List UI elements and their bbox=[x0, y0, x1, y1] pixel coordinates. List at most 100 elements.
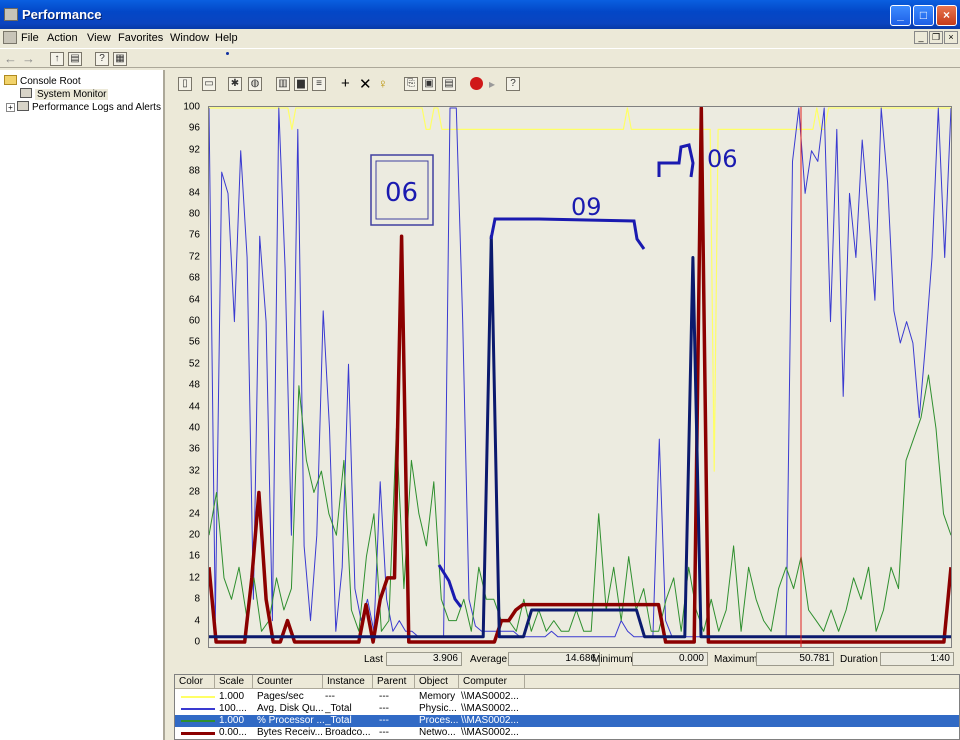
header-computer[interactable]: Computer bbox=[459, 675, 525, 689]
legend-row[interactable]: 1.000 Pages/sec --- --- Memory \\MAS0002... bbox=[175, 691, 959, 703]
legend-cell-counter: Avg. Disk Qu... bbox=[257, 703, 324, 714]
view-report-icon[interactable]: ≡ bbox=[312, 77, 326, 91]
expand-plus-icon[interactable]: + bbox=[6, 103, 15, 112]
properties-icon[interactable]: ▤ bbox=[442, 77, 456, 91]
clear-display-icon[interactable]: ▭ bbox=[202, 77, 216, 91]
series-line-3 bbox=[207, 106, 953, 644]
header-counter[interactable]: Counter bbox=[253, 675, 323, 689]
console-toolbar: ← → ↑ ▤ ? ▦ bbox=[0, 48, 960, 68]
maximize-button[interactable]: □ bbox=[913, 5, 934, 26]
menu-file[interactable]: File bbox=[21, 32, 39, 44]
header-scale[interactable]: Scale bbox=[215, 675, 253, 689]
menu-favorites[interactable]: Favorites bbox=[118, 32, 163, 44]
menu-action[interactable]: Action bbox=[47, 32, 78, 44]
legend-cell-instance: --- bbox=[325, 691, 335, 702]
y-tick-label: 36 bbox=[188, 443, 200, 455]
system-monitor-icon bbox=[20, 88, 32, 98]
menu-view[interactable]: View bbox=[87, 32, 111, 44]
child-minimize-button[interactable]: _ bbox=[914, 31, 928, 44]
y-tick-label: 68 bbox=[188, 272, 200, 284]
y-tick-label: 40 bbox=[188, 422, 200, 434]
y-axis-labels: 100 96 92 88 84 80 76 72 68 64 60 56 52 48 44 40 36 32 28 2… bbox=[168, 102, 202, 648]
y-tick-label: 20 bbox=[188, 529, 200, 541]
new-counter-set-icon[interactable]: ▯ bbox=[178, 77, 192, 91]
legend-cell-parent: --- bbox=[379, 727, 389, 738]
legend-row[interactable]: 100.... Avg. Disk Qu... _Total --- Physic...… bbox=[175, 703, 959, 715]
y-tick-label: 56 bbox=[188, 336, 200, 348]
maximum-label: Maximum bbox=[714, 654, 758, 665]
duration-value: 1:40 bbox=[880, 652, 954, 666]
child-close-button[interactable]: × bbox=[944, 31, 958, 44]
help-topics-icon[interactable]: ▦ bbox=[113, 52, 127, 66]
y-tick-label: 60 bbox=[188, 315, 200, 327]
y-tick-label: 92 bbox=[188, 144, 200, 156]
window-title: Performance bbox=[22, 7, 102, 22]
paste-counter-list-icon[interactable]: ▣ bbox=[422, 77, 436, 91]
y-tick-label: 16 bbox=[188, 550, 200, 562]
tree-item-console-root[interactable]: Console Root bbox=[4, 75, 81, 87]
maximum-value: 50.781 bbox=[756, 652, 834, 666]
view-current-activity-icon[interactable]: ✱ bbox=[228, 77, 242, 91]
back-arrow-icon[interactable]: ← bbox=[4, 51, 17, 66]
y-tick-label: 64 bbox=[188, 294, 200, 306]
header-color[interactable]: Color bbox=[175, 675, 215, 689]
average-label: Average bbox=[470, 654, 508, 665]
header-instance[interactable]: Instance bbox=[323, 675, 373, 689]
legend-cell-computer: \\MAS0002... bbox=[461, 703, 519, 714]
y-tick-label: 32 bbox=[188, 465, 200, 477]
mmc-document-icon[interactable] bbox=[3, 31, 17, 44]
y-tick-label: 80 bbox=[188, 208, 200, 220]
view-histogram-icon[interactable]: ▆ bbox=[294, 77, 308, 91]
view-graph-icon[interactable]: ▥ bbox=[276, 77, 290, 91]
view-log-data-icon[interactable]: ◍ bbox=[248, 77, 262, 91]
system-monitor-toolbar: ▯ ▭ ✱ ◍ ▥ ▆ ≡ + ✕ ♀ ⎘ ▣ ▤ ▸ ? bbox=[168, 74, 960, 96]
add-counter-icon[interactable]: + bbox=[341, 75, 350, 92]
highlight-icon[interactable]: ♀ bbox=[378, 76, 388, 91]
y-tick-label: 72 bbox=[188, 251, 200, 263]
menu-help[interactable]: Help bbox=[215, 32, 238, 44]
series-line-4 bbox=[209, 234, 951, 639]
header-object[interactable]: Object bbox=[415, 675, 459, 689]
legend-row[interactable]: 0.00... Bytes Receiv... Broadco... --- Netwo… bbox=[175, 727, 959, 739]
y-tick-label: 8 bbox=[194, 593, 200, 605]
menu-window[interactable]: Window bbox=[170, 32, 209, 44]
tree-item-system-monitor[interactable]: System Monitor bbox=[20, 88, 109, 100]
header-parent[interactable]: Parent bbox=[373, 675, 415, 689]
up-level-icon[interactable]: ↑ bbox=[50, 52, 64, 66]
tree-item-performance-logs[interactable]: + Performance Logs and Alerts bbox=[6, 101, 161, 113]
y-tick-label: 12 bbox=[188, 572, 200, 584]
help-icon[interactable]: ? bbox=[506, 77, 520, 91]
counter-legend[interactable]: Color Scale Counter Instance Parent Obje… bbox=[174, 674, 960, 740]
legend-cell-counter: Bytes Receiv... bbox=[257, 727, 323, 738]
legend-cell-object: Physic... bbox=[419, 703, 457, 714]
delete-counter-icon[interactable]: ✕ bbox=[359, 75, 372, 93]
minimize-button[interactable]: _ bbox=[890, 5, 911, 26]
legend-cell-counter: % Processor ... bbox=[257, 715, 325, 726]
graph-svg: 06 09 06 bbox=[207, 106, 953, 647]
legend-row[interactable]: 1.000 % Processor ... _Total --- Proces... \\… bbox=[175, 715, 959, 727]
color-swatch bbox=[181, 708, 215, 710]
y-tick-label: 28 bbox=[188, 486, 200, 498]
child-restore-button[interactable]: ❐ bbox=[929, 31, 943, 44]
minimum-value: 0.000 bbox=[632, 652, 708, 666]
last-label: Last bbox=[364, 654, 383, 665]
system-monitor-pane: ▯ ▭ ✱ ◍ ▥ ▆ ≡ + ✕ ♀ ⎘ ▣ ▤ ▸ ? 100 96 92 88 8… bbox=[168, 70, 960, 740]
copy-properties-icon[interactable]: ⎘ bbox=[404, 77, 418, 91]
performance-app-icon[interactable] bbox=[4, 8, 18, 21]
show-hide-tree-icon[interactable]: ▤ bbox=[68, 52, 82, 66]
annotation-bracket-1 bbox=[489, 217, 646, 250]
y-tick-label: 52 bbox=[188, 358, 200, 370]
performance-graph[interactable]: 06 09 06 bbox=[207, 106, 953, 648]
y-tick-label: 4 bbox=[194, 615, 200, 627]
freeze-display-icon[interactable] bbox=[470, 77, 483, 90]
close-button[interactable]: × bbox=[936, 5, 957, 26]
logs-alerts-icon bbox=[17, 101, 29, 111]
y-tick-label: 44 bbox=[188, 401, 200, 413]
properties-icon[interactable]: ? bbox=[95, 52, 109, 66]
legend-cell-object: Netwo... bbox=[419, 727, 456, 738]
forward-arrow-icon[interactable]: → bbox=[22, 51, 35, 66]
legend-cell-counter: Pages/sec bbox=[257, 691, 304, 702]
title-bar[interactable]: Performance _ □ × bbox=[0, 0, 960, 29]
update-data-icon[interactable]: ▸ bbox=[489, 77, 495, 91]
legend-cell-computer: \\MAS0002... bbox=[461, 727, 519, 738]
